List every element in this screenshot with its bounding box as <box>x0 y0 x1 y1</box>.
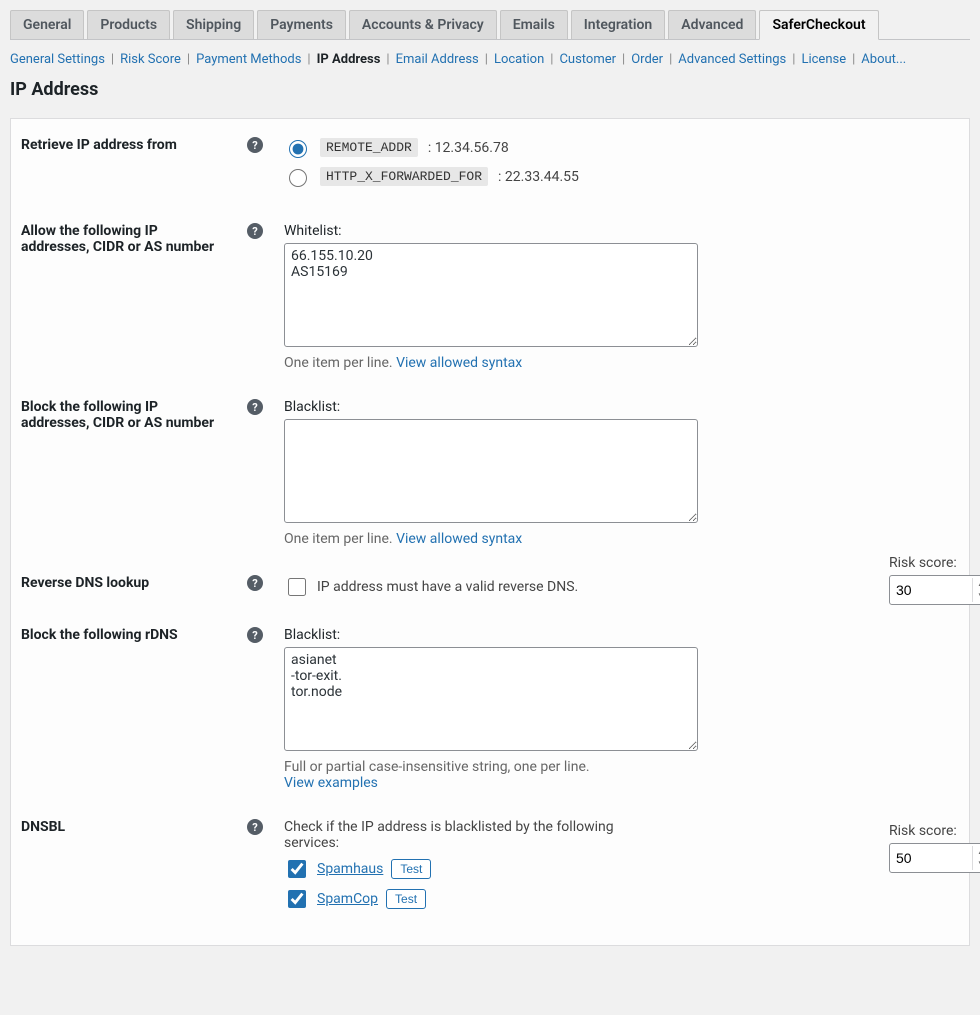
subtab-payment-methods[interactable]: Payment Methods <box>196 52 301 67</box>
subtab-advanced-settings[interactable]: Advanced Settings <box>678 52 786 67</box>
subtab-about-[interactable]: About... <box>861 52 906 67</box>
blacklist-textarea[interactable] <box>284 419 698 523</box>
ip-source-radio[interactable] <box>289 140 307 158</box>
whitelist-textarea[interactable] <box>284 243 698 347</box>
risk-score-input[interactable] <box>890 582 972 598</box>
help-icon[interactable]: ? <box>247 627 263 643</box>
tab-safercheckout[interactable]: SaferCheckout <box>759 10 878 40</box>
rdns-block-hint: Full or partial case-insensitive string,… <box>284 759 590 775</box>
chevron-up-icon[interactable]: ▲ <box>973 846 980 858</box>
dnsbl-checkbox[interactable] <box>288 890 306 908</box>
tab-accounts-privacy[interactable]: Accounts & Privacy <box>349 10 497 39</box>
rdns-block-field-label: Blacklist: <box>284 627 959 643</box>
rdns-label: Reverse DNS lookup <box>11 561 236 613</box>
blacklist-syntax-link[interactable]: View allowed syntax <box>396 531 522 547</box>
ip-source-radio[interactable] <box>289 169 307 187</box>
blacklist-label: Block the following IP addresses, CIDR o… <box>11 385 236 561</box>
rdns-block-textarea[interactable] <box>284 647 698 751</box>
risk-score-stepper[interactable]: ▲▼ <box>889 575 980 605</box>
dnsbl-test-button[interactable]: Test <box>386 889 426 909</box>
risk-score-label: Risk score: <box>889 555 980 571</box>
chevron-down-icon[interactable]: ▼ <box>973 590 980 602</box>
tab-bar: GeneralProductsShippingPaymentsAccounts … <box>10 0 970 40</box>
chevron-up-icon[interactable]: ▲ <box>973 578 980 590</box>
rdns-block-examples-link[interactable]: View examples <box>284 775 378 791</box>
whitelist-hint: One item per line. <box>284 355 393 371</box>
tab-advanced[interactable]: Advanced <box>668 10 756 39</box>
tab-payments[interactable]: Payments <box>257 10 346 39</box>
ip-source-value: : 12.34.56.78 <box>428 140 509 156</box>
dnsbl-label: DNSBL <box>11 805 236 931</box>
dnsbl-checkbox[interactable] <box>288 860 306 878</box>
subtab-email-address[interactable]: Email Address <box>396 52 479 67</box>
risk-score-stepper[interactable]: ▲▼ <box>889 843 980 873</box>
dnsbl-service-link[interactable]: Spamhaus <box>317 861 383 877</box>
subtab-order[interactable]: Order <box>631 52 663 67</box>
ip-source-code: REMOTE_ADDR <box>320 138 418 157</box>
rdns-checkbox[interactable] <box>288 578 306 596</box>
ip-source-code: HTTP_X_FORWARDED_FOR <box>320 167 488 186</box>
tab-emails[interactable]: Emails <box>500 10 568 39</box>
ip-source-value: : 22.33.44.55 <box>498 169 579 185</box>
help-icon[interactable]: ? <box>247 137 263 153</box>
subtab-risk-score[interactable]: Risk Score <box>120 52 181 67</box>
help-icon[interactable]: ? <box>247 819 263 835</box>
whitelist-label: Allow the following IP addresses, CIDR o… <box>11 209 236 385</box>
help-icon[interactable]: ? <box>247 223 263 239</box>
retrieve-label: Retrieve IP address from <box>11 123 236 209</box>
subtab-ip-address[interactable]: IP Address <box>317 52 381 67</box>
dnsbl-intro: Check if the IP address is blacklisted b… <box>284 819 644 851</box>
tab-general[interactable]: General <box>10 10 84 39</box>
page-title: IP Address <box>10 79 970 100</box>
subtab-general-settings[interactable]: General Settings <box>10 52 105 67</box>
rdns-cb-label: IP address must have a valid reverse DNS… <box>317 579 578 595</box>
chevron-down-icon[interactable]: ▼ <box>973 858 980 870</box>
dnsbl-test-button[interactable]: Test <box>391 859 431 879</box>
whitelist-syntax-link[interactable]: View allowed syntax <box>396 355 522 371</box>
blacklist-field-label: Blacklist: <box>284 399 959 415</box>
risk-score-label: Risk score: <box>889 823 980 839</box>
subtab-bar: General Settings|Risk Score|Payment Meth… <box>10 40 970 71</box>
help-icon[interactable]: ? <box>247 399 263 415</box>
blacklist-hint: One item per line. <box>284 531 393 547</box>
tab-shipping[interactable]: Shipping <box>173 10 254 39</box>
tab-products[interactable]: Products <box>87 10 170 39</box>
settings-panel: Retrieve IP address from ? REMOTE_ADDR : … <box>10 118 970 946</box>
whitelist-field-label: Whitelist: <box>284 223 959 239</box>
risk-score-input[interactable] <box>890 850 972 866</box>
tab-integration[interactable]: Integration <box>571 10 665 39</box>
subtab-location[interactable]: Location <box>494 52 544 67</box>
help-icon[interactable]: ? <box>247 575 263 591</box>
dnsbl-service-link[interactable]: SpamCop <box>317 891 378 907</box>
rdns-block-label: Block the following rDNS <box>11 613 236 805</box>
subtab-license[interactable]: License <box>801 52 846 67</box>
subtab-customer[interactable]: Customer <box>559 52 616 67</box>
